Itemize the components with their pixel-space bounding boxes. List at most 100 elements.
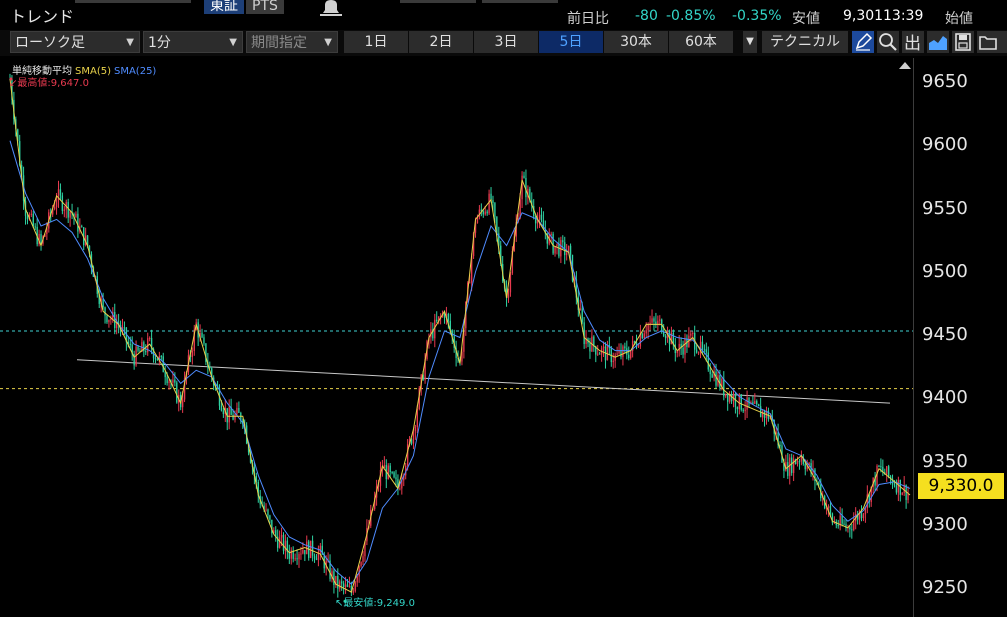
candle-body (300, 553, 302, 555)
candle-body (391, 471, 393, 473)
candle-body (664, 335, 667, 339)
candle-body (901, 492, 903, 495)
candle-body (154, 358, 157, 360)
price-axis[interactable]: 9650 9600 9550 9500 9450 9400 9350 9300 … (913, 58, 1007, 617)
candle-body (843, 523, 845, 525)
candle-body (414, 426, 417, 432)
price-tick: 9650 (922, 71, 968, 92)
candle-body (232, 414, 234, 420)
candle-body (30, 213, 33, 215)
chart-canvas[interactable] (0, 58, 913, 617)
candle-body (123, 327, 126, 329)
candle-body (653, 318, 655, 322)
candle-body (63, 209, 65, 211)
candle-body (362, 556, 364, 562)
candle-body (296, 558, 298, 560)
range-60bars[interactable]: 60本 (669, 31, 733, 53)
candle-body (589, 343, 591, 352)
period-select[interactable]: 期間指定 ▼ (246, 31, 338, 53)
bell-icon[interactable] (320, 0, 342, 16)
candle-body (897, 479, 900, 493)
candle-body (837, 525, 839, 527)
area-chart-icon[interactable] (927, 31, 949, 53)
candle-body (703, 349, 706, 351)
tab-tse[interactable]: 東証 (204, 0, 244, 14)
candle-body (534, 216, 537, 224)
candle-body (849, 527, 851, 530)
candle-body (744, 409, 746, 412)
candle-body (907, 493, 909, 501)
candle-body (265, 509, 267, 511)
tab-pts[interactable]: PTS (246, 0, 284, 14)
candle-body (804, 463, 806, 470)
candle-body (695, 349, 698, 353)
symbol-slot[interactable] (75, 0, 191, 3)
candle-body (726, 393, 729, 402)
candle-body (645, 330, 647, 334)
candle-body (393, 472, 395, 478)
candle-body (32, 213, 34, 227)
candle-body (333, 571, 335, 586)
candle-body (705, 349, 708, 353)
high-marker: ↙最高値:9,647.0 (9, 74, 89, 89)
candle-body (676, 350, 678, 354)
technical-button[interactable]: テクニカル (762, 31, 848, 53)
candle-body (740, 394, 742, 410)
candle-body (662, 332, 665, 336)
candle-body (758, 404, 760, 407)
chart-type-select[interactable]: ローソク足 ▼ (10, 31, 140, 53)
candle-body (313, 555, 316, 559)
candle-body (181, 399, 184, 408)
candle-body (26, 215, 29, 220)
zoom-icon[interactable] (877, 31, 899, 53)
candle-body (827, 506, 830, 508)
legend-sma25: SMA(25) (113, 66, 157, 77)
volume-out-icon[interactable]: 出 (902, 31, 924, 54)
candle-body (791, 457, 793, 473)
candle-body (841, 515, 843, 524)
range-more-button[interactable]: ▼ (743, 31, 757, 53)
candle-body (67, 202, 69, 218)
candle-body (682, 347, 684, 355)
candle-body (110, 318, 112, 320)
price-tick: 9400 (922, 387, 968, 408)
range-3d[interactable]: 3日 (474, 31, 538, 53)
candle-body (616, 353, 618, 355)
range-2d[interactable]: 2日 (409, 31, 473, 53)
pencil-icon[interactable] (852, 31, 874, 53)
candle-body (579, 308, 581, 310)
price-chart[interactable] (0, 58, 913, 617)
candle-body (77, 213, 79, 232)
candle-body (447, 313, 450, 321)
candle-body (690, 333, 692, 336)
chevron-down-icon: ▼ (126, 37, 134, 48)
candle-body (566, 252, 568, 256)
candle-body (628, 354, 630, 359)
candle-body (602, 346, 605, 349)
range-1d[interactable]: 1日 (344, 31, 408, 53)
candle-body (895, 485, 898, 493)
scroll-up-icon[interactable] (898, 60, 912, 70)
candle-body (562, 240, 564, 243)
candle-body (709, 369, 711, 375)
candle-body (148, 337, 151, 339)
candle-body (484, 211, 486, 215)
interval-select[interactable]: 1分 ▼ (143, 31, 243, 53)
low-label: 最安値:9,249.0 (343, 598, 415, 609)
folder-icon[interactable] (977, 31, 1007, 53)
candle-body (851, 529, 853, 531)
candle-body (352, 591, 354, 593)
info-slot-2 (482, 0, 558, 3)
price-tick: 9250 (922, 577, 968, 598)
low-label: 安値 (792, 11, 820, 27)
candle-body (880, 466, 882, 468)
candle-body (108, 319, 110, 323)
candle-body (234, 413, 236, 420)
candle-body (304, 550, 306, 555)
save-icon[interactable] (952, 31, 974, 53)
candle-body (569, 245, 572, 255)
range-5d[interactable]: 5日 (539, 31, 603, 53)
candle-body (298, 554, 300, 560)
candle-body (348, 585, 351, 587)
range-30bars[interactable]: 30本 (604, 31, 668, 53)
